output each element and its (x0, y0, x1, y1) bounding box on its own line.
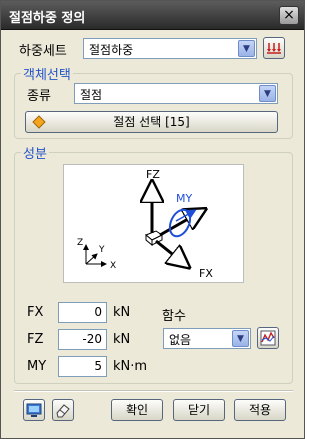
eraser-icon (56, 404, 70, 418)
load-diagram-svg: FZ FX MY Z Y X (77, 168, 213, 280)
fz-unit: kN (113, 332, 131, 347)
type-value: 절점 (80, 88, 103, 102)
object-selection-title: 객체선택 (21, 64, 73, 83)
close-button[interactable]: 닫기 (173, 399, 225, 421)
close-window-button[interactable]: × (279, 6, 299, 25)
title-bar[interactable]: 절점하중 정의 × (1, 1, 304, 30)
ok-button[interactable]: 확인 (111, 399, 163, 421)
my-unit: kN·m (113, 359, 148, 374)
diagram-my-label: MY (176, 192, 192, 205)
function-graph-icon (260, 330, 276, 346)
type-label: 종류 (27, 89, 51, 104)
fx-label: FX (27, 305, 44, 320)
load-set-icon (267, 43, 281, 54)
function-label: 함수 (162, 309, 186, 324)
fz-input[interactable]: -20 (58, 329, 107, 350)
axis-z-label: Z (77, 238, 83, 248)
function-select[interactable]: 없음 ▼ (163, 328, 251, 349)
components-title: 성분 (21, 143, 49, 162)
diagram-fz-label: FZ (146, 168, 160, 181)
axis-arrow (159, 211, 202, 237)
dialog-title: 절점하중 정의 (9, 11, 86, 26)
view-icon (26, 403, 42, 417)
select-nodes-button[interactable]: 절점 선택 [15] (25, 111, 278, 133)
diagram-fx-label: FX (199, 267, 213, 280)
chevron-down-icon: ▼ (232, 330, 249, 347)
view-button[interactable] (23, 399, 45, 421)
select-nodes-label: 절점 선택 [15] (113, 115, 190, 129)
chevron-down-icon: ▼ (238, 40, 255, 57)
axis-y-label: Y (98, 245, 105, 255)
node-load-dialog: 절점하중 정의 × 하중세트 절점하중 ▼ 객체선택 종류 절점 ▼ 절점 선택… (0, 0, 305, 439)
select-node-icon (32, 115, 46, 129)
small-y-axis (85, 253, 98, 265)
fx-arrow (155, 239, 186, 265)
load-set-manager-button[interactable] (263, 37, 285, 59)
eraser-button[interactable] (52, 399, 74, 421)
load-set-select[interactable]: 절점하중 ▼ (83, 38, 257, 59)
my-label: MY (27, 359, 47, 374)
fx-unit: kN (113, 305, 131, 320)
close-icon: × (283, 7, 295, 23)
my-input[interactable]: 5 (58, 356, 107, 377)
axis-x-label: X (110, 261, 116, 271)
fx-input[interactable]: 0 (58, 302, 107, 323)
apply-button[interactable]: 적용 (234, 399, 286, 421)
load-set-value: 절점하중 (89, 43, 134, 57)
function-value: 없음 (169, 333, 192, 347)
function-editor-button[interactable] (257, 327, 279, 349)
load-diagram: FZ FX MY Z Y X (63, 164, 244, 283)
divider (14, 390, 293, 392)
load-set-label: 하중세트 (19, 44, 67, 59)
type-select[interactable]: 절점 ▼ (74, 83, 278, 104)
chevron-down-icon: ▼ (259, 85, 276, 102)
fz-label: FZ (27, 332, 44, 347)
